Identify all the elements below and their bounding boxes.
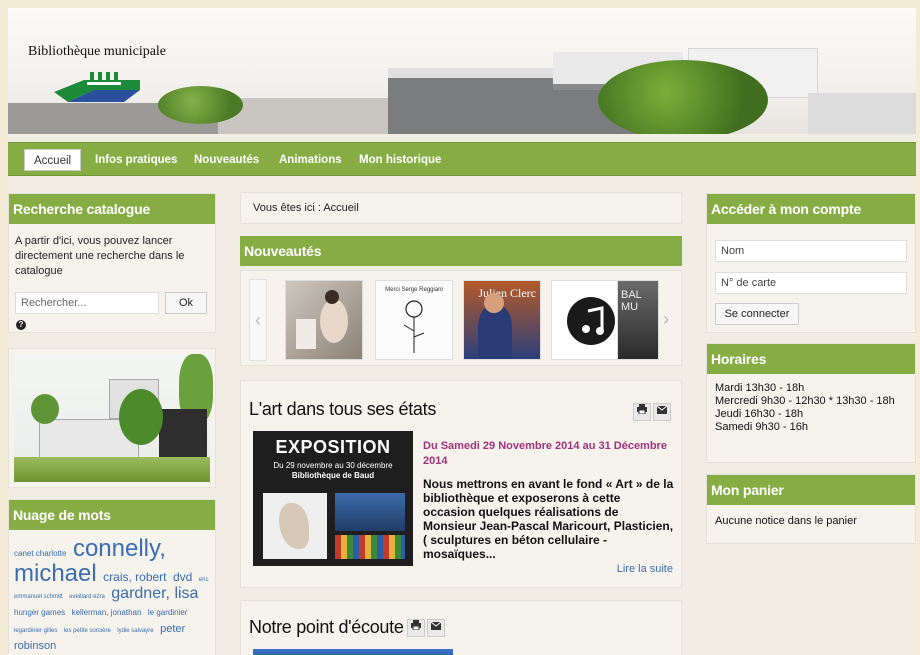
article-summary: Nous mettrons en avant le fond « Art » d… xyxy=(423,477,674,561)
listening-image[interactable] xyxy=(253,649,453,655)
read-more-link[interactable]: Lire la suite xyxy=(617,563,673,575)
poster-place: Bibliothèque de Baud xyxy=(291,471,375,480)
poster-heading: EXPOSITION xyxy=(275,437,391,457)
library-photo xyxy=(8,348,216,488)
tag-link[interactable]: kellerman, jonathan xyxy=(72,608,142,617)
search-panel: Recherche catalogue A partir d'ici, vous… xyxy=(8,193,216,333)
news-carousel: ‹ Merci Serge Reggiani Julien Clerc BAL … xyxy=(240,270,682,366)
search-input[interactable]: Rechercher... xyxy=(15,292,159,314)
tag-link[interactable]: eveillard ezra xyxy=(69,594,105,600)
tag-link[interactable]: crais, robert xyxy=(103,570,166,584)
photo-grass xyxy=(14,457,210,482)
tag-link[interactable]: hunger games xyxy=(14,608,65,617)
listening-card: Notre point d'écoute xyxy=(240,600,682,655)
hours-panel: Horaires Mardi 13h30 - 18h Mercredi 9h30… xyxy=(706,343,916,463)
account-panel-title: Accéder à mon compte xyxy=(707,194,915,224)
main-nav: Accueil Infos pratiques Nouveautés Anima… xyxy=(8,142,916,176)
hours-list: Mardi 13h30 - 18h Mercredi 9h30 - 12h30 … xyxy=(707,374,915,442)
cover-3-person xyxy=(478,305,512,359)
news-title: Nouveautés xyxy=(240,236,682,266)
search-description: A partir d'ici, vous pouvez lancer direc… xyxy=(15,235,185,277)
tag-cloud-panel: Nuage de mots canet charlotte connelly, … xyxy=(8,499,216,655)
cart-panel: Mon panier Aucune notice dans le panier xyxy=(706,474,916,544)
account-panel: Accéder à mon compte Nom N° de carte Se … xyxy=(706,193,916,333)
tag-cloud: canet charlotte connelly, michael crais,… xyxy=(9,530,215,655)
cover-3-face xyxy=(484,293,504,313)
site-title[interactable]: Bibliothèque municipale xyxy=(28,44,166,60)
search-ok-button[interactable]: Ok xyxy=(165,292,207,314)
nav-item-nouveautes[interactable]: Nouveautés xyxy=(185,149,268,171)
exhibition-poster[interactable]: EXPOSITION Du 29 novembre au 30 décembre… xyxy=(253,431,413,566)
search-panel-title: Recherche catalogue xyxy=(9,194,215,224)
photo-building xyxy=(159,409,207,459)
page: Bibliothèque municipale Accueil Infos pr… xyxy=(8,8,916,655)
hours-line: Mercredi 9h30 - 12h30 * 13h30 - 18h xyxy=(715,395,895,407)
tag-link[interactable]: les petite sorcière xyxy=(64,628,111,634)
card-number-input[interactable]: N° de carte xyxy=(715,272,907,294)
cover-3[interactable]: Julien Clerc xyxy=(463,280,541,360)
nav-item-animations[interactable]: Animations xyxy=(270,149,351,171)
listening-title[interactable]: Notre point d'écoute xyxy=(249,617,404,638)
hours-line: Mardi 13h30 - 18h xyxy=(715,382,805,394)
cart-panel-title: Mon panier xyxy=(707,475,915,505)
print-icon[interactable] xyxy=(633,403,651,421)
banner-tree xyxy=(598,60,768,134)
tag-link[interactable]: legardinier gilles xyxy=(14,628,57,634)
tag-link[interactable]: dvd xyxy=(173,570,192,584)
email-icon[interactable] xyxy=(427,619,445,637)
cover-figure-icon xyxy=(296,290,348,349)
site-logo[interactable] xyxy=(54,70,140,104)
name-input[interactable]: Nom xyxy=(715,240,907,262)
hours-panel-title: Horaires xyxy=(707,344,915,374)
nav-item-accueil[interactable]: Accueil xyxy=(24,149,82,171)
help-icon[interactable]: ? xyxy=(16,320,26,330)
tag-link[interactable]: gardner, lisa xyxy=(111,585,198,602)
tag-link[interactable]: lydie salvayre xyxy=(117,628,153,634)
tag-link[interactable]: canet charlotte xyxy=(14,549,66,558)
tag-link[interactable]: le gardinier xyxy=(148,608,188,617)
rose-icon xyxy=(403,300,425,353)
nav-item-infos-pratiques[interactable]: Infos pratiques xyxy=(86,149,186,171)
cover-2[interactable]: Merci Serge Reggiani xyxy=(375,280,453,360)
article-card: L'art dans tous ses états EXPOSITION Du … xyxy=(240,380,682,588)
banner-tree xyxy=(158,86,243,124)
email-icon[interactable] xyxy=(653,403,671,421)
poster-dates: Du 29 novembre au 30 décembre xyxy=(273,461,393,470)
cart-empty-message: Aucune notice dans le panier xyxy=(715,515,857,527)
breadcrumb: Vous êtes ici : Accueil xyxy=(240,192,682,224)
carousel-next-icon[interactable]: › xyxy=(657,279,675,361)
poster-artwork xyxy=(335,493,405,531)
hours-line: Samedi 9h30 - 16h xyxy=(715,421,808,433)
nav-item-mon-historique[interactable]: Mon historique xyxy=(350,149,450,171)
cover-1[interactable] xyxy=(285,280,363,360)
header-banner: Bibliothèque municipale xyxy=(8,8,916,134)
article-date: Du Samedi 29 Novembre 2014 au 31 Décembr… xyxy=(423,440,667,467)
banner-building xyxy=(808,93,916,134)
cover-5[interactable]: BAL MU xyxy=(617,280,659,360)
tag-cloud-title: Nuage de mots xyxy=(9,500,215,530)
cover-5-caption: BAL MU xyxy=(621,289,642,313)
article-title[interactable]: L'art dans tous ses états xyxy=(249,399,436,420)
hours-line: Jeudi 16h30 - 18h xyxy=(715,408,804,420)
banner-building xyxy=(218,98,398,134)
print-icon[interactable] xyxy=(407,619,425,637)
login-button[interactable]: Se connecter xyxy=(715,303,799,325)
poster-mosaic xyxy=(335,535,405,559)
carousel-prev-icon[interactable]: ‹ xyxy=(249,279,267,361)
photo-tree xyxy=(119,389,163,445)
photo-tree xyxy=(31,394,59,424)
